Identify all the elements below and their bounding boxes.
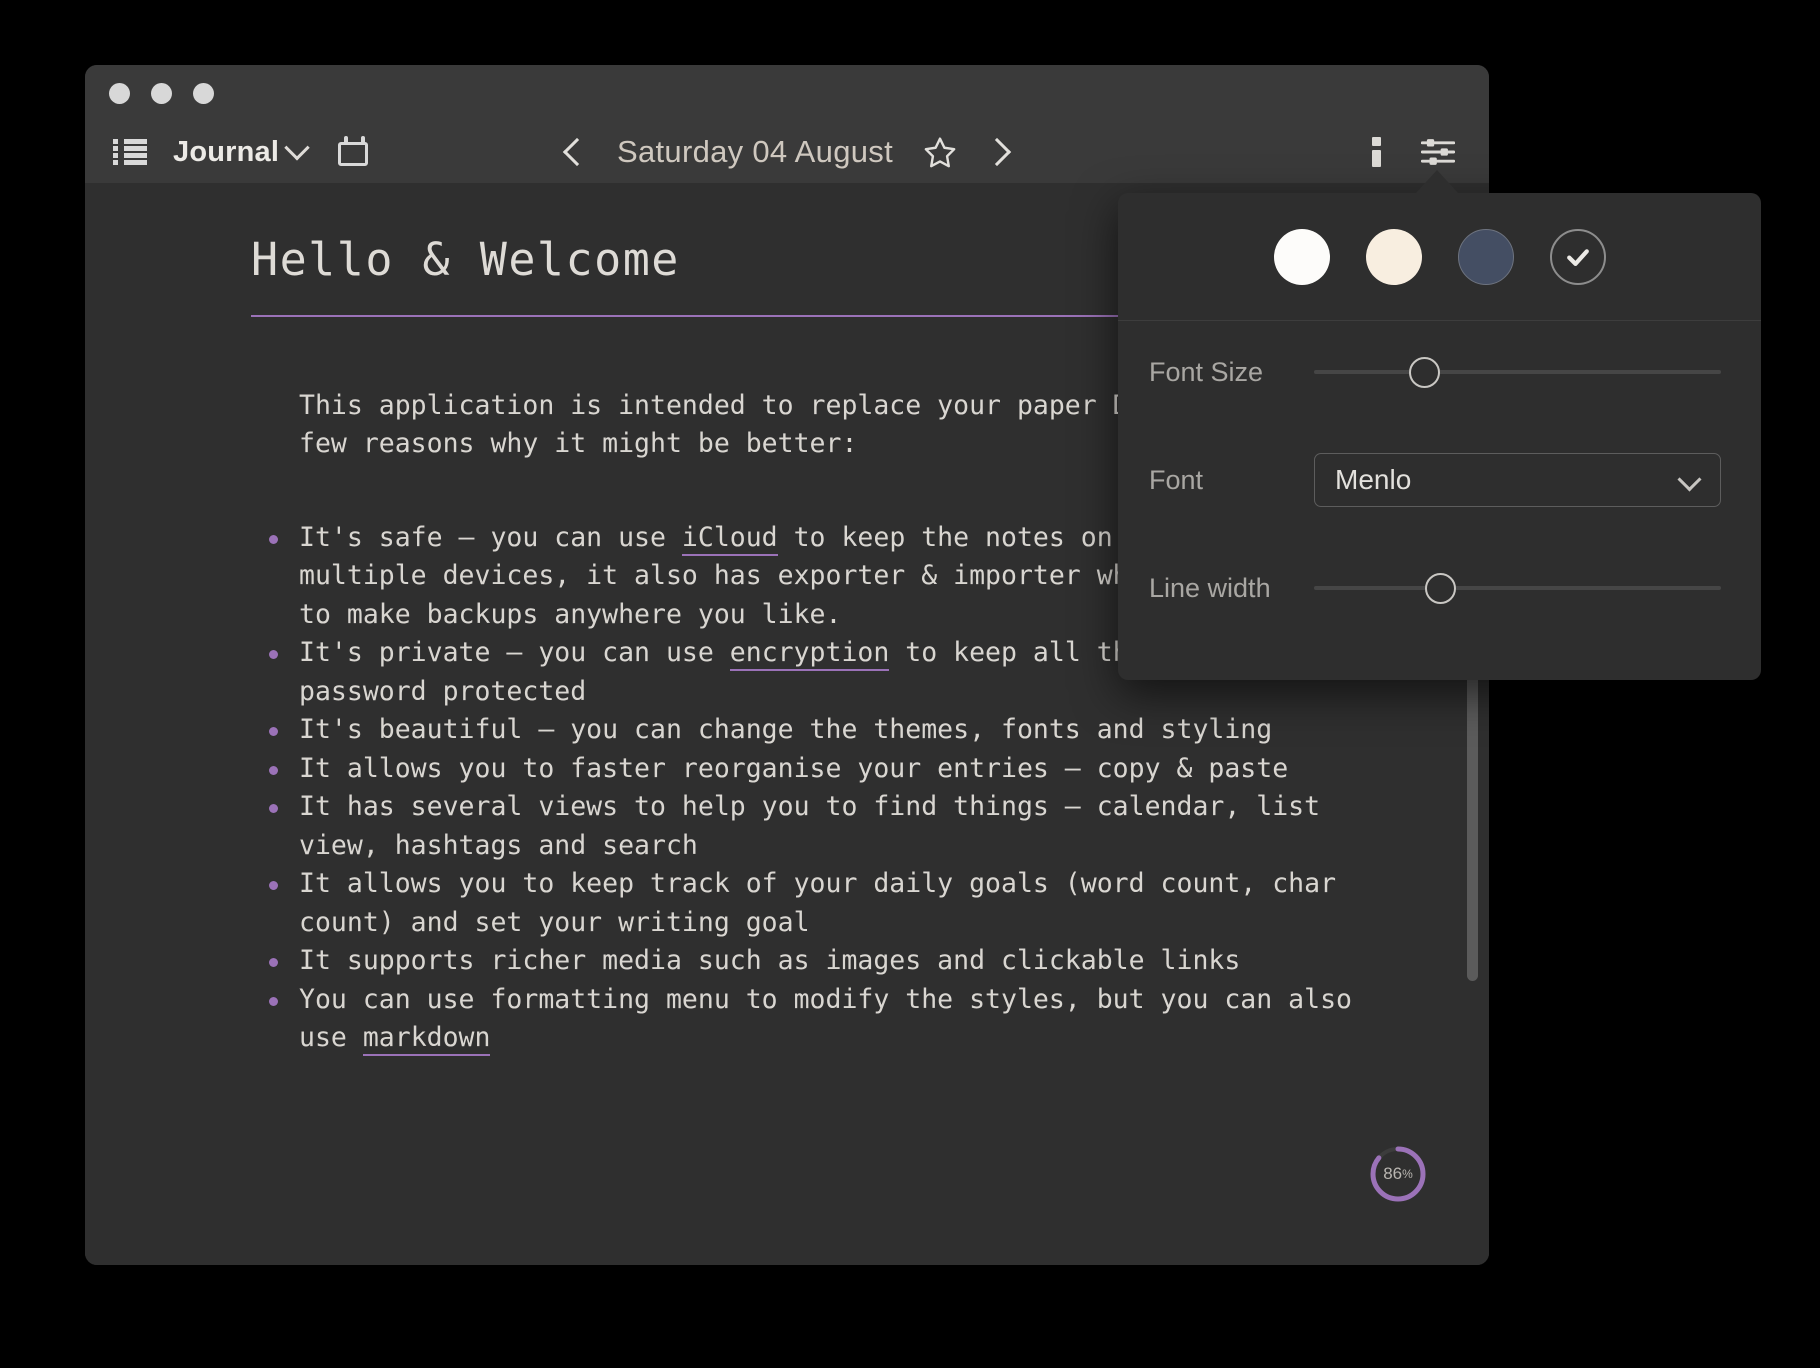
line-width-slider-thumb[interactable] [1425,573,1457,604]
inline-link[interactable]: markdown [362,1022,491,1056]
theme-swatches [1118,193,1761,321]
writing-goal-progress[interactable]: 86% [1367,1143,1429,1205]
popover-arrow [1415,170,1459,194]
journal-selector[interactable]: Journal [173,135,310,169]
font-label: Font [1149,464,1204,495]
settings-popover: Font Size Font Menlo Line width [1118,193,1761,680]
font-size-setting: Font Size [1118,343,1761,401]
theme-swatch-navy[interactable] [1457,228,1514,285]
theme-swatch-cream[interactable] [1365,228,1422,285]
inline-link[interactable]: encryption [729,637,890,671]
list-item: It's beautiful — you can change the them… [269,711,1489,750]
progress-label: 86% [1367,1143,1429,1205]
calendar-icon[interactable] [338,136,372,168]
toolbar: Journal Saturday 04 August [85,121,1489,183]
current-date-label: Saturday 04 August [617,134,893,169]
theme-swatch-dark-selected[interactable] [1549,228,1606,285]
line-width-setting: Line width [1118,559,1761,617]
font-size-slider-track [1314,370,1721,374]
list-item: It supports richer media such as images … [269,942,1489,981]
chevron-down-icon [1677,467,1702,492]
progress-unit: % [1402,1167,1413,1181]
sliders-icon[interactable] [1421,137,1455,167]
font-size-label: Font Size [1149,356,1264,387]
font-select[interactable]: Menlo [1314,453,1721,507]
inline-link[interactable]: iCloud [681,521,778,556]
toolbar-left-group: Journal [113,121,372,183]
title-divider [251,314,1191,317]
line-width-slider-track [1314,586,1721,590]
screen: Journal Saturday 04 August Hello & Welco… [0,0,1820,1368]
list-view-icon[interactable] [113,139,147,165]
font-size-slider-thumb[interactable] [1408,357,1440,388]
progress-value: 86 [1383,1164,1403,1183]
list-item: You can use formatting menu to modify th… [269,981,1489,1058]
font-select-value: Menlo [1335,464,1412,495]
line-width-label: Line width [1149,572,1271,603]
check-icon [1566,248,1589,266]
info-icon[interactable] [1371,137,1381,167]
journal-label: Journal [173,135,280,168]
window-controls [109,83,214,104]
theme-swatch-light[interactable] [1273,228,1330,285]
list-item: It allows you to keep track of your dail… [269,865,1489,942]
previous-day-button[interactable] [562,137,592,167]
zoom-button[interactable] [193,83,214,104]
favorite-star-icon[interactable] [923,135,957,169]
close-button[interactable] [109,83,130,104]
list-item: It allows you to faster reorganise your … [269,750,1489,789]
list-item: It has several views to help you to find… [269,788,1489,865]
title-bar: Journal Saturday 04 August [85,65,1489,183]
chevron-down-icon [284,135,310,161]
line-width-slider[interactable] [1314,568,1721,608]
minimize-button[interactable] [151,83,172,104]
next-day-button[interactable] [982,137,1012,167]
scrollbar-thumb[interactable] [1467,671,1478,981]
font-size-slider[interactable] [1314,352,1721,392]
font-setting: Font Menlo [1118,451,1761,509]
